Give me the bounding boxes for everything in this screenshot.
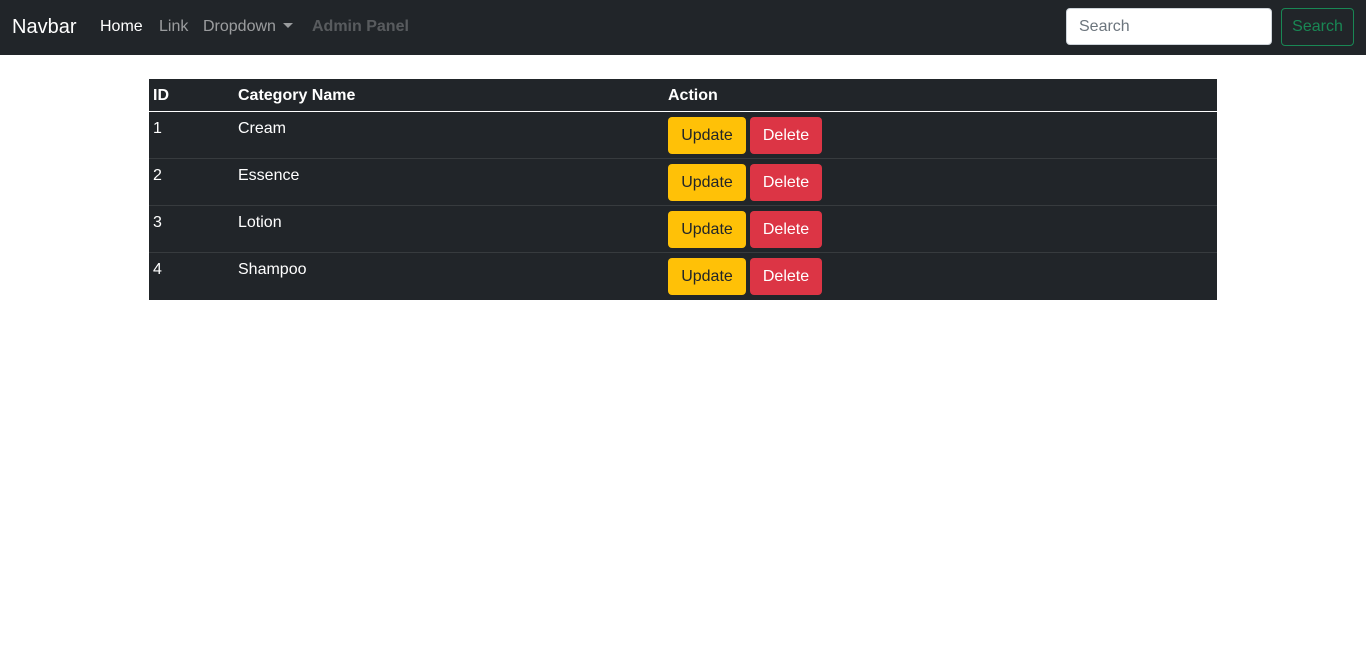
table-row: 1 Cream Update Delete	[149, 112, 1217, 159]
delete-button[interactable]: Delete	[750, 117, 822, 154]
nav-dropdown-label: Dropdown	[203, 18, 276, 35]
nav-dropdown-toggle[interactable]: Dropdown	[203, 17, 293, 37]
cell-id: 1	[153, 120, 162, 137]
column-header-category-name: Category Name	[238, 87, 356, 104]
table-row: 2 Essence Update Delete	[149, 159, 1217, 206]
category-table: ID Category Name Action 1 Cream Update D…	[149, 79, 1217, 300]
cell-category-name: Lotion	[238, 214, 282, 231]
search-button[interactable]: Search	[1281, 8, 1354, 46]
delete-button[interactable]: Delete	[750, 164, 822, 201]
column-header-id: ID	[153, 87, 169, 104]
update-button[interactable]: Update	[668, 117, 746, 154]
table-row: 3 Lotion Update Delete	[149, 206, 1217, 253]
nav-link-home[interactable]: Home	[100, 17, 143, 37]
cell-category-name: Shampoo	[238, 261, 307, 278]
update-button[interactable]: Update	[668, 164, 746, 201]
delete-button[interactable]: Delete	[750, 211, 822, 248]
update-button[interactable]: Update	[668, 258, 746, 295]
cell-category-name: Essence	[238, 167, 300, 184]
cell-category-name: Cream	[238, 120, 287, 137]
caret-down-icon	[282, 23, 293, 28]
update-button[interactable]: Update	[668, 211, 746, 248]
cell-id: 3	[153, 214, 162, 231]
search-input[interactable]	[1066, 8, 1272, 45]
nav-link-link[interactable]: Link	[159, 17, 188, 37]
table-header: ID Category Name Action	[149, 79, 1217, 112]
cell-id: 4	[153, 261, 162, 278]
delete-button[interactable]: Delete	[750, 258, 822, 295]
navbar: Navbar Home Link Dropdown Admin Panel Se…	[0, 0, 1366, 55]
nav-link-admin-panel: Admin Panel	[312, 18, 409, 35]
table-row: 4 Shampoo Update Delete	[149, 253, 1217, 300]
navbar-brand[interactable]: Navbar	[12, 15, 76, 39]
column-header-action: Action	[668, 87, 718, 104]
cell-id: 2	[153, 167, 162, 184]
